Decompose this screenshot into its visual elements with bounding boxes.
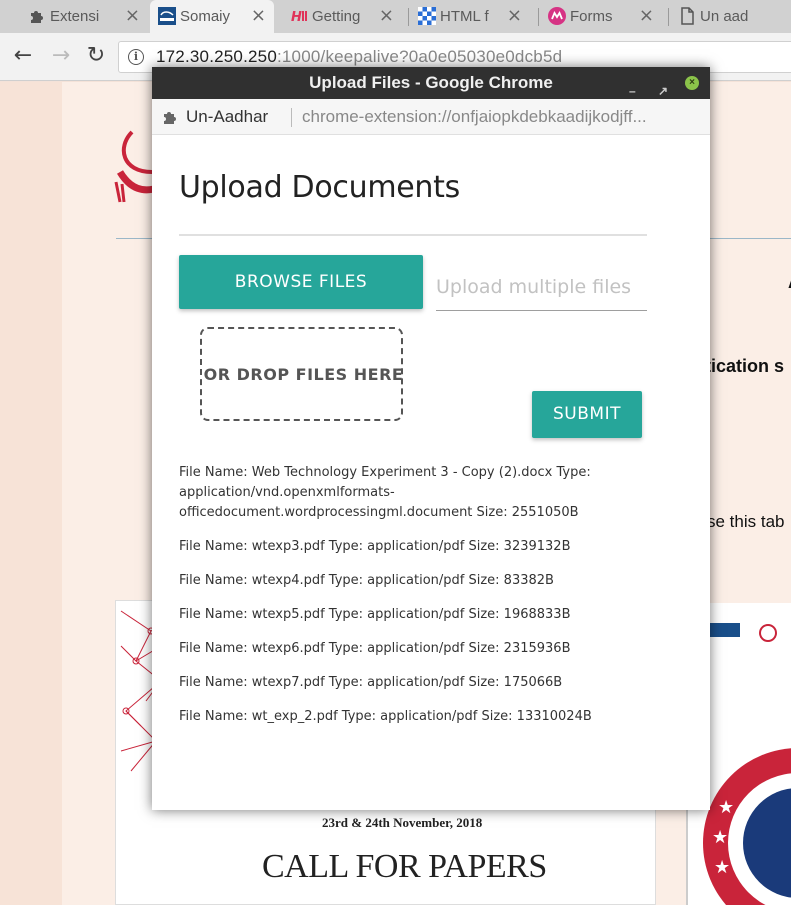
list-item: File Name: wtexp3.pdf Type: application/… bbox=[179, 539, 571, 554]
close-icon[interactable]: × bbox=[639, 5, 654, 26]
page-title: Upload Documents bbox=[179, 170, 460, 205]
url-host: 172.30.250.250 bbox=[156, 47, 277, 66]
title-divider bbox=[179, 234, 647, 236]
tab-extensions[interactable]: Extensi × bbox=[20, 0, 148, 33]
page-text-fragment: tication s bbox=[705, 356, 785, 376]
checker-favicon-icon bbox=[418, 7, 436, 25]
tab-getting-started[interactable]: H Getting × bbox=[282, 0, 402, 33]
tab-label: HTML f bbox=[440, 8, 489, 25]
tab-un-aadhar[interactable]: Un aad bbox=[670, 0, 791, 33]
tab-label: Un aad bbox=[700, 8, 749, 25]
list-item: File Name: wtexp7.pdf Type: application/… bbox=[179, 675, 563, 690]
page-text-fragment: se this tab bbox=[707, 512, 785, 531]
tab-label: Somaiy bbox=[180, 8, 231, 25]
forms-favicon-icon bbox=[548, 7, 566, 25]
tab-separator bbox=[668, 8, 669, 26]
list-item: File Name: Web Technology Experiment 3 -… bbox=[179, 465, 591, 520]
tab-separator bbox=[538, 8, 539, 26]
page-margin bbox=[0, 82, 62, 905]
list-item: File Name: wtexp4.pdf Type: application/… bbox=[179, 573, 554, 588]
svg-text:★: ★ bbox=[718, 797, 734, 818]
tab-label: Getting bbox=[312, 8, 361, 25]
poster-date: 23rd & 24th November, 2018 bbox=[322, 815, 483, 830]
list-item: File Name: wt_exp_2.pdf Type: applicatio… bbox=[179, 709, 592, 724]
close-icon[interactable]: × bbox=[125, 5, 140, 26]
page-icon bbox=[681, 7, 694, 25]
poster-title: CALL FOR PAPERS bbox=[262, 848, 547, 885]
close-icon[interactable]: × bbox=[507, 5, 522, 26]
svg-text:★: ★ bbox=[714, 857, 730, 878]
drop-zone[interactable]: OR DROP FILES HERE bbox=[200, 327, 403, 421]
submit-button[interactable]: SUBMIT bbox=[532, 391, 642, 438]
somaiya-favicon-icon bbox=[158, 7, 176, 25]
puzzle-icon bbox=[31, 11, 43, 23]
popup-titlebar[interactable]: Upload Files - Google Chrome – ↗ × bbox=[152, 67, 710, 99]
extension-url: chrome-extension://onfjaiopkdebkaadijkod… bbox=[302, 107, 647, 126]
upload-popup-window: Upload Files - Google Chrome – ↗ × Un-Aa… bbox=[152, 67, 710, 810]
browse-files-button[interactable]: BROWSE FILES bbox=[179, 255, 423, 309]
tab-label: Forms bbox=[570, 8, 613, 25]
file-list: File Name: Web Technology Experiment 3 -… bbox=[179, 463, 599, 741]
list-item: File Name: wtexp5.pdf Type: application/… bbox=[179, 607, 571, 622]
url-path: :1000/keepalive?0a0e05030e0dcb5d bbox=[276, 47, 563, 66]
popup-address-bar: Un-Aadhar chrome-extension://onfjaiopkde… bbox=[152, 99, 710, 135]
file-path-input[interactable] bbox=[436, 263, 647, 311]
address-url[interactable]: 172.30.250.250:1000/keepalive?0a0e05030e… bbox=[156, 47, 562, 67]
forward-arrow-icon[interactable]: → bbox=[50, 45, 72, 67]
popup-window-title: Upload Files - Google Chrome bbox=[309, 73, 553, 92]
info-icon[interactable]: i bbox=[128, 49, 144, 65]
tab-forms[interactable]: Forms × bbox=[540, 0, 662, 33]
drop-zone-label: OR DROP FILES HERE bbox=[203, 365, 404, 384]
tab-strip: Extensi × Somaiy × H Getting × HTML f × … bbox=[0, 0, 791, 33]
close-icon[interactable]: × bbox=[379, 5, 394, 26]
extension-name: Un-Aadhar bbox=[186, 107, 269, 126]
back-arrow-icon[interactable]: ← bbox=[12, 45, 34, 67]
close-window-icon[interactable]: × bbox=[685, 76, 699, 90]
tab-somaiya[interactable]: Somaiy × bbox=[150, 0, 274, 33]
svg-text:★: ★ bbox=[712, 827, 728, 848]
list-item: File Name: wtexp6.pdf Type: application/… bbox=[179, 641, 571, 656]
tab-html-forms[interactable]: HTML f × bbox=[410, 0, 530, 33]
hackerrank-favicon-icon: H bbox=[291, 10, 307, 25]
puzzle-icon bbox=[164, 112, 176, 124]
tab-label: Extensi bbox=[50, 8, 100, 25]
svg-text:H: H bbox=[291, 10, 302, 25]
close-icon[interactable]: × bbox=[251, 5, 266, 26]
reload-icon[interactable]: ↻ bbox=[85, 45, 107, 67]
address-separator bbox=[291, 108, 292, 127]
tab-separator bbox=[408, 8, 409, 26]
